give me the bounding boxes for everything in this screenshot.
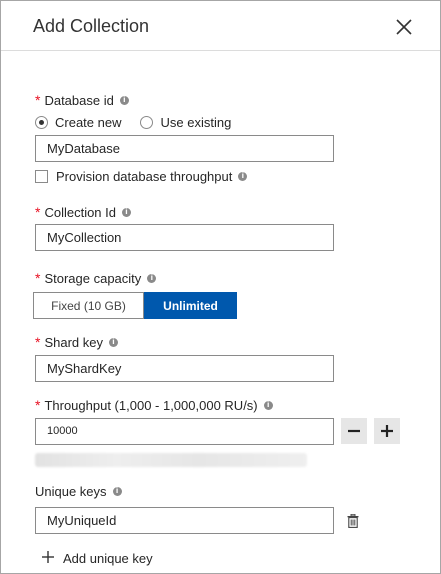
shard-key-label: * Shard key i — [35, 334, 118, 350]
required-marker: * — [35, 204, 41, 220]
info-icon[interactable]: i — [147, 273, 157, 283]
radio-unchecked-indicator[interactable] — [140, 116, 154, 129]
provision-throughput-label: Provision database throughput — [56, 169, 233, 184]
provision-throughput-row: Provision database throughput i — [35, 169, 248, 184]
add-unique-key-button[interactable]: Add unique key — [41, 550, 153, 566]
database-id-label: * Database id i — [35, 92, 129, 108]
unique-key-input[interactable]: MyUniqueId — [35, 507, 334, 534]
database-id-input[interactable]: MyDatabase — [35, 135, 334, 162]
close-icon[interactable] — [393, 16, 415, 38]
collection-id-input[interactable]: MyCollection — [35, 224, 334, 251]
radio-checked-indicator[interactable] — [35, 116, 48, 129]
required-marker: * — [35, 270, 41, 286]
shard-key-input[interactable]: MyShardKey — [35, 355, 334, 382]
panel-title: Add Collection — [33, 16, 150, 36]
radio-use-existing[interactable]: Use existing — [140, 115, 231, 130]
storage-capacity-label: * Storage capacity i — [35, 270, 157, 286]
info-icon[interactable]: i — [109, 337, 118, 347]
info-icon[interactable]: i — [112, 487, 122, 496]
required-marker: * — [35, 397, 41, 413]
add-unique-key-label: Add unique key — [63, 550, 153, 566]
minus-icon[interactable] — [341, 418, 367, 444]
collection-id-label: * Collection Id i — [35, 204, 131, 220]
fixed-capacity-button[interactable]: Fixed (10 GB) — [33, 292, 144, 319]
unique-keys-label: Unique keys i — [35, 484, 122, 499]
database-mode-radio-group: Create new Use existing — [35, 115, 250, 130]
radio-create-new[interactable]: Create new — [35, 115, 121, 130]
info-icon[interactable]: i — [238, 172, 248, 181]
required-marker: * — [35, 92, 41, 108]
throughput-label: * Throughput (1,000 - 1,000,000 RU/s) i — [35, 397, 273, 413]
required-marker: * — [35, 334, 41, 350]
provision-throughput-checkbox[interactable] — [35, 170, 48, 183]
info-icon[interactable]: i — [122, 207, 131, 217]
info-icon[interactable]: i — [263, 400, 273, 410]
add-icon — [41, 550, 55, 566]
trash-icon[interactable] — [347, 513, 359, 528]
storage-capacity-toggle: Fixed (10 GB) Unlimited — [33, 292, 237, 319]
info-icon[interactable]: i — [119, 95, 129, 105]
blurred-estimate-text — [35, 453, 307, 467]
throughput-input[interactable]: 10000 — [35, 418, 334, 445]
add-collection-panel: Add Collection * Database id i Create ne… — [0, 0, 441, 574]
plus-icon[interactable] — [374, 418, 400, 444]
panel-header: Add Collection — [1, 1, 440, 51]
unlimited-capacity-button[interactable]: Unlimited — [144, 292, 237, 319]
